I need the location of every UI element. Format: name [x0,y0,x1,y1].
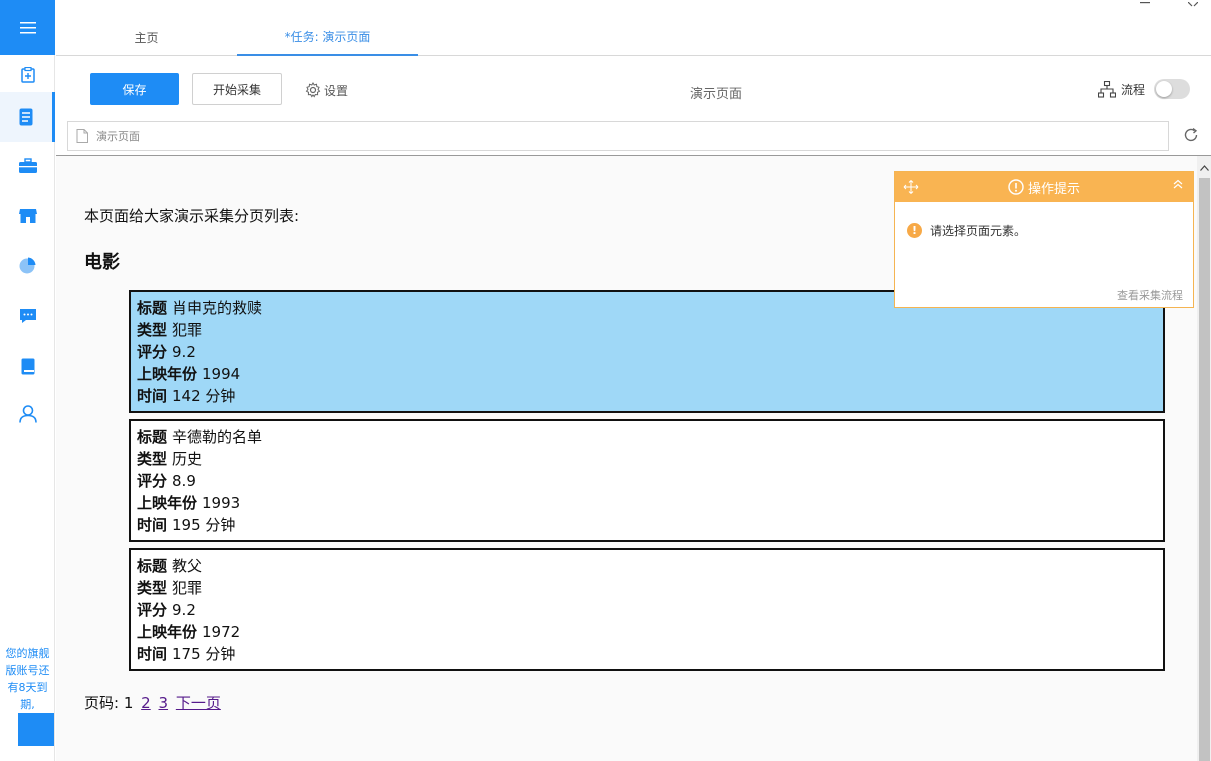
view-flow-link[interactable]: 查看采集流程 [1117,287,1183,303]
sidebar-item-market[interactable] [0,191,55,241]
movie-year-row[interactable]: 上映年份 1972 [137,621,1157,643]
menu-button[interactable] [0,0,55,55]
settings-button[interactable]: 设置 [305,80,348,100]
movie-item[interactable]: 标题 肖申克的救赎 类型 犯罪 评分 9.2 上映年份 1994 时间 142 分钟 [129,290,1165,413]
sidebar-item-account[interactable] [0,389,55,439]
menu-icon [19,21,36,33]
tab-task[interactable]: *任务: 演示页面 [237,18,418,56]
start-collect-button[interactable]: 开始采集 [192,73,282,105]
close-icon[interactable] [1187,0,1199,11]
sidebar-item-toolbox[interactable] [0,141,55,191]
intro-text[interactable]: 本页面给大家演示采集分页列表: [84,205,299,226]
scrollbar-thumb[interactable] [1199,178,1210,761]
warning-icon: ! [907,223,922,238]
move-icon[interactable] [903,180,919,198]
flowchart-icon [1098,80,1116,98]
pagination-label: 页码: [84,694,120,712]
movie-duration-row[interactable]: 时间 175 分钟 [137,643,1157,665]
page-link-3[interactable]: 3 [159,694,169,712]
sidebar: 您的旗舰版账号还有8天到期, [0,0,55,761]
operation-tips-panel: 操作提示 ! 请选择页面元素。 查看采集流程 [894,171,1194,308]
settings-label: 设置 [324,83,349,98]
movie-rating-row[interactable]: 评分 8.9 [137,470,1157,492]
collapse-icon[interactable] [1173,178,1183,192]
document-icon [19,108,33,126]
sidebar-item-documents[interactable] [0,92,55,142]
movie-duration-row[interactable]: 时间 142 分钟 [137,385,1157,407]
pagination: 页码: 1 2 3 下一页 [84,692,221,713]
sidebar-item-messages[interactable] [0,291,55,341]
tab-home[interactable]: 主页 [56,18,237,56]
flow-label: 流程 [1121,82,1146,97]
page-current: 1 [123,694,134,712]
flow-toggle-group: 流程 [1098,79,1191,99]
movies-heading[interactable]: 电影 [84,248,120,274]
movie-item[interactable]: 标题 辛德勒的名单 类型 历史 评分 8.9 上映年份 1993 时间 195 分钟 [129,419,1165,542]
movie-title-row[interactable]: 标题 教父 [137,555,1157,577]
movie-rating-row[interactable]: 评分 9.2 [137,599,1157,621]
clipboard-icon [20,67,35,83]
tab-bar: 主页 *任务: 演示页面 [56,18,1211,56]
chat-icon [19,309,36,323]
movie-year-row[interactable]: 上映年份 1994 [137,363,1157,385]
refresh-icon [1184,127,1198,142]
upgrade-button[interactable] [18,713,54,746]
movie-item[interactable]: 标题 教父 类型 犯罪 评分 9.2 上映年份 1972 时间 175 分钟 [129,548,1165,671]
movie-duration-row[interactable]: 时间 195 分钟 [137,514,1157,536]
next-page-link[interactable]: 下一页 [176,694,221,712]
address-bar[interactable]: 演示页面 [67,121,1169,151]
expire-notice[interactable]: 您的旗舰版账号还有8天到期, [0,645,55,713]
save-button[interactable]: 保存 [90,73,179,105]
tips-header[interactable]: 操作提示 [895,172,1193,202]
pie-chart-icon [19,257,36,273]
tips-title: 操作提示 [1027,181,1080,197]
sidebar-item-tutorials[interactable] [0,341,55,391]
scroll-up-icon[interactable] [1200,164,1209,174]
briefcase-icon [18,158,37,173]
tips-message: 请选择页面元素。 [930,224,1027,238]
info-icon [1008,179,1024,195]
store-icon [18,209,37,223]
page-title: 演示页面 [690,87,743,102]
movie-year-row[interactable]: 上映年份 1993 [137,492,1157,514]
page-icon [76,129,88,143]
book-icon [21,358,34,374]
movie-rating-row[interactable]: 评分 9.2 [137,341,1157,363]
page-link-2[interactable]: 2 [141,694,151,712]
gear-icon [305,82,321,98]
address-value: 演示页面 [96,130,140,143]
movie-title-row[interactable]: 标题 辛德勒的名单 [137,426,1157,448]
movie-genre-row[interactable]: 类型 犯罪 [137,319,1157,341]
sidebar-item-stats[interactable] [0,240,55,290]
movie-genre-row[interactable]: 类型 犯罪 [137,577,1157,599]
user-icon [18,405,37,423]
movie-genre-row[interactable]: 类型 历史 [137,448,1157,470]
minimize-icon[interactable] [1140,0,1150,11]
refresh-button[interactable] [1183,127,1199,147]
tips-body: ! 请选择页面元素。 [895,202,1193,259]
flow-toggle[interactable] [1154,79,1191,99]
